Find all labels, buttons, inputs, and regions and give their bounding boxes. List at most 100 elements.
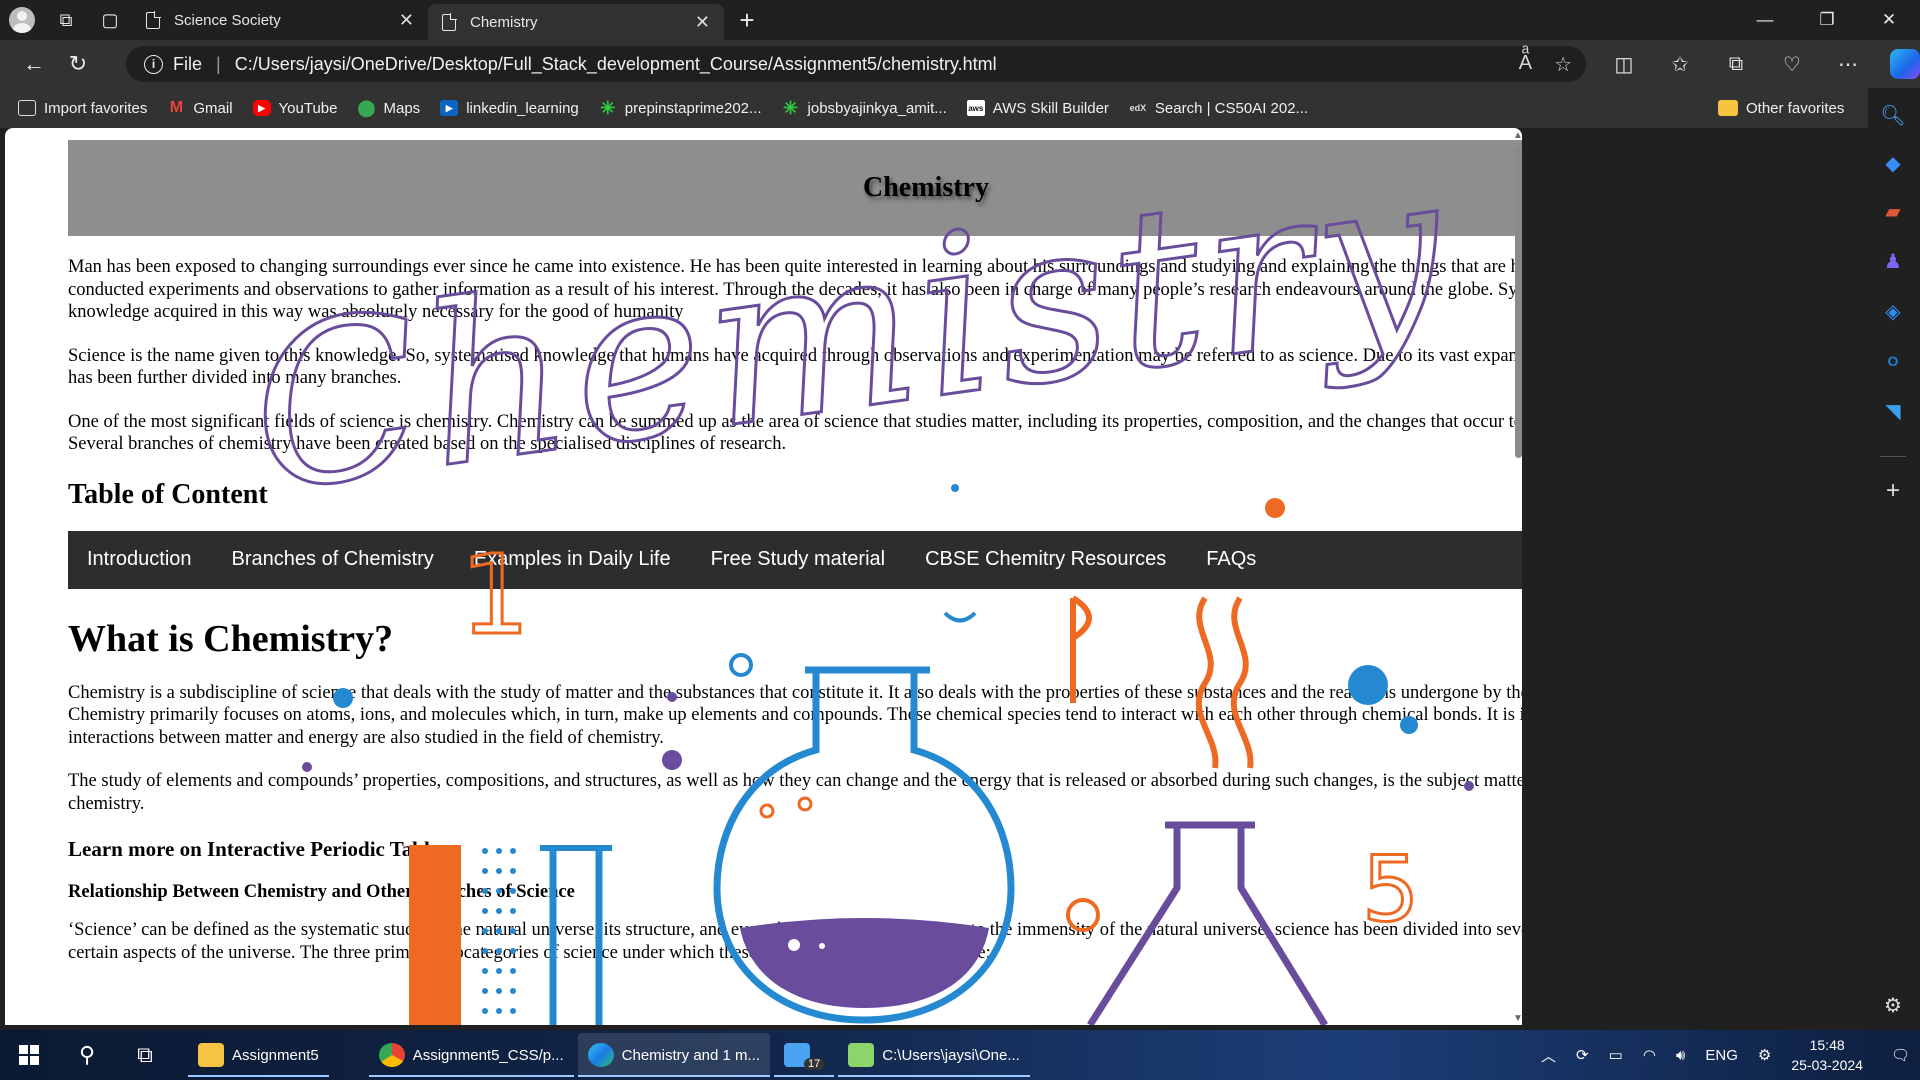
shopping-icon[interactable]: ◆ bbox=[1880, 150, 1906, 176]
refresh-icon[interactable]: ↻ bbox=[56, 42, 100, 86]
tab-title: Chemistry bbox=[470, 13, 538, 31]
edge-sidebar: 🔍︎ ◆ ▰ ♟ ◈ O ◥ + ⚙ bbox=[1868, 88, 1920, 1028]
settings-gear-icon[interactable]: ⚙ bbox=[1758, 1046, 1771, 1064]
tab-title: Science Society bbox=[174, 11, 281, 29]
volume-icon[interactable]: 🔊︎ bbox=[1676, 1047, 1685, 1064]
search-icon[interactable]: 🔍︎ bbox=[1880, 102, 1906, 128]
profile-button[interactable] bbox=[0, 0, 44, 40]
taskbar-app-edge[interactable]: Chemistry and 1 m... bbox=[577, 1033, 771, 1077]
favorites-bar: Import favorites M Gmail ▶ YouTube ⬤ Maps ▶… bbox=[0, 88, 1920, 128]
task-view-icon[interactable]: ⧉ bbox=[116, 1030, 174, 1080]
copilot-icon[interactable] bbox=[1890, 49, 1920, 79]
tab-actions-icon[interactable]: ▢ bbox=[88, 0, 132, 40]
other-favorites[interactable]: Other favorites bbox=[1708, 92, 1854, 124]
taskbar-app-notepad[interactable]: C:\Users\jaysi\One... bbox=[838, 1033, 1030, 1077]
scheme-label: File bbox=[173, 53, 203, 74]
tab-chemistry[interactable]: Chemistry ✕ bbox=[428, 4, 724, 40]
favorite-gmail[interactable]: M Gmail bbox=[157, 92, 242, 124]
new-tab-button[interactable]: + bbox=[724, 5, 770, 36]
what-paragraph: Chemistry is a subdiscipline of science … bbox=[68, 682, 1522, 748]
favorite-cs50ai[interactable]: edX Search | CS50AI 202... bbox=[1119, 92, 1318, 124]
clock[interactable]: 15:48 25-03-2024 bbox=[1791, 1035, 1863, 1075]
split-screen-icon[interactable]: ◫ bbox=[1596, 52, 1652, 77]
minimize-icon[interactable]: — bbox=[1734, 0, 1796, 40]
favorite-maps[interactable]: ⬤ Maps bbox=[348, 92, 431, 124]
favorite-import[interactable]: Import favorites bbox=[8, 92, 157, 124]
chevron-up-icon[interactable]: ︿ bbox=[1541, 1045, 1556, 1066]
aws-icon: aws bbox=[966, 100, 985, 116]
sync-icon[interactable]: ⟳ bbox=[1576, 1046, 1589, 1064]
scroll-up-icon[interactable]: ▲ bbox=[1513, 130, 1522, 141]
toc-link-introduction[interactable]: Introduction bbox=[87, 548, 192, 571]
favorite-linkedin[interactable]: ▶ linkedin_learning bbox=[430, 92, 589, 124]
favorite-jobs[interactable]: ✳ jobsbyajinkya_amit... bbox=[772, 92, 957, 124]
gear-icon[interactable]: ⚙ bbox=[1880, 992, 1906, 1018]
workspaces-icon[interactable]: ⧉ bbox=[44, 0, 88, 40]
window-controls: — ❐ ✕ bbox=[1734, 0, 1920, 40]
drop-icon[interactable]: ◥ bbox=[1880, 398, 1906, 424]
taskbar-app-chrome[interactable]: Assignment5_CSS/p... bbox=[368, 1033, 574, 1077]
favorite-star-icon[interactable]: ☆ bbox=[1554, 52, 1572, 77]
close-tab-icon[interactable]: ✕ bbox=[695, 12, 710, 33]
toc-link-cbse[interactable]: CBSE Chemitry Resources bbox=[925, 548, 1166, 571]
battery-icon[interactable]: ▭ bbox=[1609, 1046, 1623, 1064]
scrollbar-thumb[interactable] bbox=[1515, 148, 1522, 458]
toc-link-branches[interactable]: Branches of Chemistry bbox=[232, 548, 434, 571]
favorite-label: AWS Skill Builder bbox=[992, 99, 1109, 117]
notepad-icon bbox=[848, 1043, 875, 1067]
taskbar-app-mail[interactable]: 17 bbox=[774, 1033, 835, 1077]
address-bar[interactable]: i File | C:/Users/jaysi/OneDrive/Desktop… bbox=[126, 46, 1586, 82]
more-menu-icon[interactable]: ⋯ bbox=[1820, 52, 1876, 77]
outlook-icon[interactable]: O bbox=[1880, 348, 1906, 374]
close-window-icon[interactable]: ✕ bbox=[1858, 0, 1920, 40]
toc-link-study-material[interactable]: Free Study material bbox=[711, 548, 886, 571]
favorite-label: Maps bbox=[383, 99, 421, 117]
add-icon[interactable]: + bbox=[1880, 477, 1906, 504]
favorites-icon[interactable]: ✩ bbox=[1652, 52, 1708, 77]
copilot-sidebar-icon[interactable]: ◈ bbox=[1880, 298, 1906, 324]
taskbar-app-explorer[interactable]: Assignment5 bbox=[188, 1033, 329, 1077]
restore-icon[interactable]: ❐ bbox=[1796, 0, 1858, 40]
folder-icon bbox=[198, 1043, 224, 1067]
gmail-icon: M bbox=[169, 99, 184, 116]
collections-icon[interactable]: ⧉ bbox=[1708, 53, 1764, 76]
toc-nav: Introduction Branches of Chemistry Examp… bbox=[68, 530, 1522, 589]
taskbar-app-label: Assignment5 bbox=[232, 1046, 319, 1064]
favorite-label: linkedin_learning bbox=[466, 99, 579, 117]
page-viewport[interactable]: Chemistry Man has been exposed to changi… bbox=[5, 128, 1522, 1025]
system-tray: ︿ ⟳ ▭ ◠ 🔊︎ ENG ⚙ 15:48 25-03-2024 🗨︎ bbox=[1531, 1030, 1920, 1080]
search-icon[interactable]: ⚲ bbox=[58, 1030, 116, 1080]
section-heading-what: What is Chemistry? bbox=[68, 617, 394, 660]
folder-icon bbox=[1718, 100, 1738, 116]
favorite-youtube[interactable]: ▶ YouTube bbox=[243, 92, 348, 124]
favorite-prepinsta[interactable]: ✳ prepinstaprime202... bbox=[589, 92, 772, 124]
close-tab-icon[interactable]: ✕ bbox=[399, 10, 414, 31]
address-separator: | bbox=[216, 53, 221, 74]
notifications-icon[interactable]: 🗨︎ bbox=[1891, 1046, 1910, 1064]
favorite-label: Search | CS50AI 202... bbox=[1154, 99, 1309, 117]
scroll-down-icon[interactable]: ▼ bbox=[1513, 1013, 1522, 1024]
read-aloud-icon[interactable]: Aͣ bbox=[1519, 52, 1532, 77]
periodic-table-link[interactable]: Learn more on Interactive Periodic Table bbox=[68, 837, 1522, 862]
browser-essentials-icon[interactable]: ♡ bbox=[1764, 52, 1820, 77]
page-icon bbox=[442, 12, 457, 31]
favorite-label: YouTube bbox=[278, 99, 338, 117]
toc-heading: Table of Content bbox=[68, 478, 268, 510]
info-icon[interactable]: i bbox=[144, 54, 163, 74]
clock-date: 25-03-2024 bbox=[1791, 1057, 1863, 1073]
favorite-label: Other favorites bbox=[1746, 99, 1845, 117]
url-text[interactable]: C:/Users/jaysi/OneDrive/Desktop/Full_Sta… bbox=[235, 54, 997, 75]
wifi-icon[interactable]: ◠ bbox=[1643, 1046, 1656, 1064]
toc-link-faqs[interactable]: FAQs bbox=[1206, 548, 1256, 571]
prepinsta-icon: ✳ bbox=[782, 97, 799, 118]
tab-science-society[interactable]: Science Society ✕ bbox=[132, 0, 428, 40]
games-icon[interactable]: ♟ bbox=[1880, 248, 1906, 274]
back-icon[interactable]: ← bbox=[12, 42, 56, 86]
language-indicator[interactable]: ENG bbox=[1705, 1047, 1738, 1064]
favorite-aws[interactable]: aws AWS Skill Builder bbox=[957, 92, 1119, 124]
page-scrollbar[interactable]: ▲ ▼ bbox=[1513, 130, 1522, 1024]
intro-paragraph: Man has been exposed to changing surroun… bbox=[68, 257, 1522, 322]
toc-link-examples[interactable]: Examples in Daily Life bbox=[474, 548, 671, 571]
start-button[interactable] bbox=[0, 1030, 58, 1080]
tools-icon[interactable]: ▰ bbox=[1880, 198, 1906, 224]
